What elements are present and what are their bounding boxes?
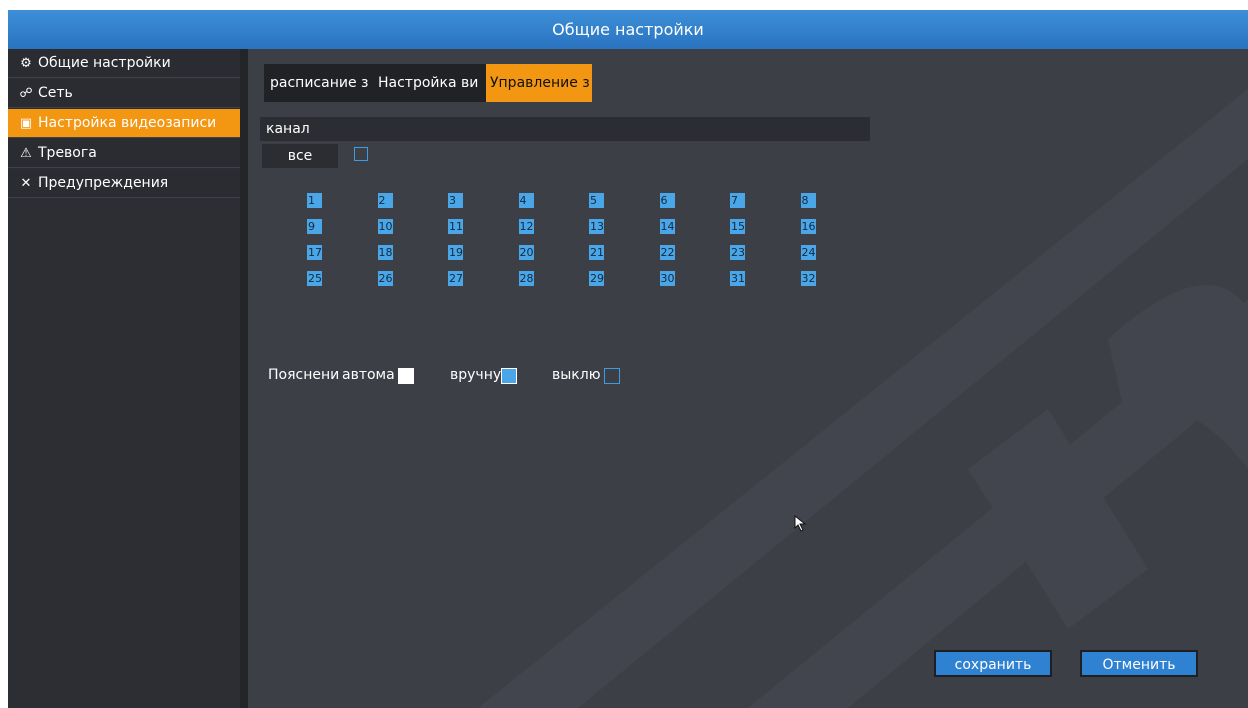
channel-checkbox[interactable]: 27 [448, 271, 463, 286]
sidebar-item-label: Тревога [38, 145, 97, 161]
channel-checkbox[interactable]: 15 [730, 219, 745, 234]
channel-checkbox[interactable]: 5 [589, 193, 604, 208]
channel-checkbox[interactable]: 21 [589, 245, 604, 260]
channel-checkbox[interactable]: 19 [448, 245, 463, 260]
channel-checkbox[interactable]: 31 [730, 271, 745, 286]
film-icon: ▣ [19, 116, 33, 131]
main-panel: расписание з Настройка ви Управление з к… [248, 49, 1248, 708]
all-channels-button[interactable]: все [262, 144, 338, 168]
save-button[interactable]: сохранить [934, 650, 1052, 677]
network-icon: ☍ [19, 86, 33, 101]
tab-bar: расписание з Настройка ви Управление з [264, 64, 592, 102]
channel-checkbox[interactable]: 2 [377, 193, 393, 208]
channel-checkbox[interactable]: 11 [448, 219, 463, 234]
legend-auto-label: автома [342, 367, 395, 383]
channel-checkbox[interactable]: 13 [589, 219, 604, 234]
tab-record-settings[interactable]: Настройка ви [378, 64, 486, 102]
mouse-cursor-icon [794, 515, 807, 532]
sidebar-item-label: Предупреждения [38, 175, 169, 191]
app-window: Общие настройки ⚙ Общие настройки ☍ Сеть ▣… [8, 10, 1248, 708]
channel-checkbox[interactable]: 16 [800, 219, 816, 234]
legend-manual-label: вручну [450, 367, 502, 383]
window-title: Общие настройки [8, 10, 1248, 49]
sidebar-item-network[interactable]: ☍ Сеть [8, 79, 240, 108]
channel-checkbox[interactable]: 22 [659, 245, 675, 260]
channel-checkbox[interactable]: 14 [659, 219, 675, 234]
tab-record-control[interactable]: Управление з [486, 64, 592, 102]
legend-manual-swatch [501, 368, 517, 384]
channel-checkbox[interactable]: 23 [730, 245, 745, 260]
sidebar-item-alarm[interactable]: ⚠ Тревога [8, 139, 240, 168]
channel-checkbox[interactable]: 1 [307, 193, 322, 208]
sidebar: ⚙ Общие настройки ☍ Сеть ▣ Настройка видеоз… [8, 49, 240, 708]
legend-auto-swatch [398, 368, 414, 384]
channel-header: канал [260, 117, 870, 141]
all-channels-checkbox[interactable] [354, 147, 368, 161]
channel-checkbox[interactable]: 17 [307, 245, 322, 260]
sidebar-item-label: Сеть [38, 85, 73, 101]
channel-checkbox[interactable]: 3 [448, 193, 463, 208]
channel-checkbox[interactable]: 20 [518, 245, 534, 260]
channel-checkbox[interactable]: 18 [377, 245, 393, 260]
legend-off-swatch [604, 368, 620, 384]
channel-checkbox[interactable]: 10 [377, 219, 393, 234]
sidebar-item-label: Настройка видеозаписи [38, 115, 217, 131]
channel-checkbox[interactable]: 24 [800, 245, 816, 260]
channel-checkbox[interactable]: 28 [518, 271, 534, 286]
channel-checkbox[interactable]: 26 [377, 271, 393, 286]
sidebar-item-warnings[interactable]: ✕ Предупреждения [8, 169, 240, 198]
channel-checkbox[interactable]: 8 [800, 193, 816, 208]
legend-title: Пояснени [268, 367, 340, 383]
gear-icon: ⚙ [20, 56, 32, 71]
legend-off-label: выклю [552, 367, 601, 383]
channel-checkbox[interactable]: 29 [589, 271, 604, 286]
channel-checkbox[interactable]: 6 [659, 193, 675, 208]
cancel-button[interactable]: Отменить [1080, 650, 1198, 677]
channel-checkbox[interactable]: 12 [518, 219, 534, 234]
channel-checkbox[interactable]: 32 [800, 271, 816, 286]
sidebar-item-label: Общие настройки [38, 55, 171, 71]
sidebar-item-recording[interactable]: ▣ Настройка видеозаписи [8, 109, 240, 138]
channel-checkbox[interactable]: 30 [659, 271, 675, 286]
warning-icon: ⚠ [20, 146, 32, 161]
channel-checkbox[interactable]: 7 [730, 193, 745, 208]
channel-checkbox[interactable]: 4 [518, 193, 534, 208]
channel-checkbox[interactable]: 9 [307, 219, 322, 234]
channel-checkbox[interactable]: 25 [307, 271, 322, 286]
tab-schedule[interactable]: расписание з [270, 64, 372, 102]
sidebar-divider [240, 49, 248, 708]
sidebar-item-general[interactable]: ⚙ Общие настройки [8, 49, 240, 78]
tools-icon: ✕ [20, 176, 32, 191]
